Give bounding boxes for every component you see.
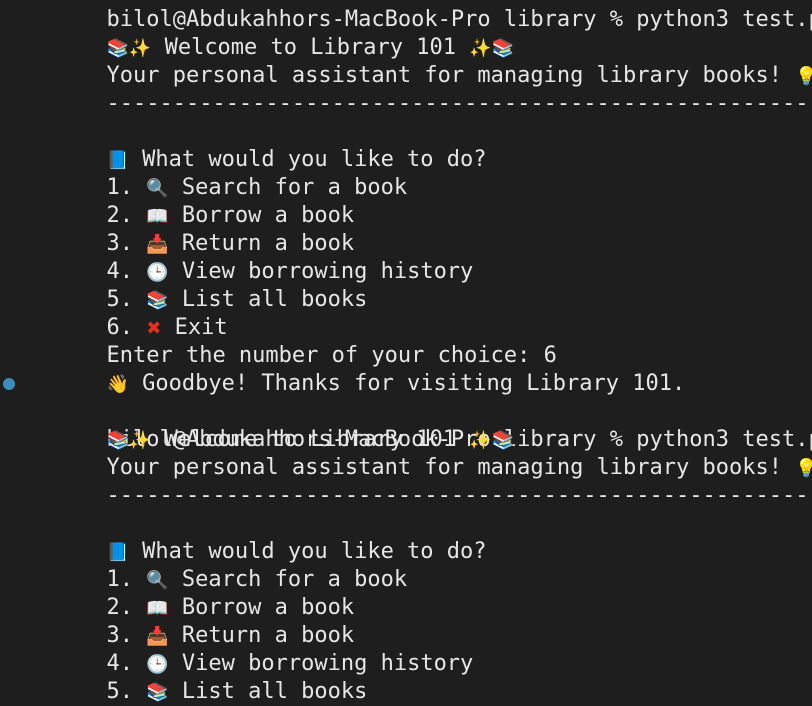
menu-option-borrow: 2. 📖 Borrow a book [27, 174, 812, 228]
terminal-output: bilol@Abdukahhors-MacBook-Pro library % … [3, 0, 812, 706]
terminal-line-welcome: 📚✨ Welcome to Library 101 ✨📚 [27, 6, 812, 60]
menu-option-search: 1. 🔍 Search for a book [27, 146, 812, 200]
menu-option-list: 5. 📚 List all books [27, 650, 812, 704]
menu-option-search: 1. 🔍 Search for a book [27, 538, 812, 592]
terminal-line-welcome: 📚✨ Welcome to Library 101 ✨📚 [27, 398, 812, 452]
terminal-line-choice: Enter the number of your choice: 6 [27, 314, 812, 368]
menu-option-history: 4. 🕒 View borrowing history [27, 622, 812, 676]
terminal-line-tagline: Your personal assistant for managing lib… [27, 426, 812, 480]
menu-option-return: 3. 📥 Return a book [27, 202, 812, 256]
menu-option-exit: 6. ✖ Exit [27, 678, 812, 706]
menu-option-exit: 6. ✖ Exit [27, 286, 812, 340]
menu-option-list: 5. 📚 List all books [27, 258, 812, 312]
terminal-line-menu-title: 📘 What would you like to do? [27, 118, 812, 172]
menu-option-history: 4. 🕒 View borrowing history [27, 230, 812, 284]
terminal-panel[interactable]: bilol@Abdukahhors-MacBook-Pro library % … [0, 0, 812, 706]
command-status-dot[interactable] [3, 378, 15, 390]
terminal-line-goodbye: 👋 Goodbye! Thanks for visiting Library 1… [27, 342, 812, 396]
terminal-line-prompt: bilol@Abdukahhors-MacBook-Pro library % … [3, 370, 812, 452]
terminal-line-separator: ----------------------------------------… [27, 62, 812, 116]
menu-option-borrow: 2. 📖 Borrow a book [27, 566, 812, 620]
terminal-line-tagline: Your personal assistant for managing lib… [27, 34, 812, 88]
menu-option-return: 3. 📥 Return a book [27, 594, 812, 648]
terminal-line-separator: ----------------------------------------… [27, 454, 812, 508]
terminal-line-menu-title: 📘 What would you like to do? [27, 510, 812, 564]
